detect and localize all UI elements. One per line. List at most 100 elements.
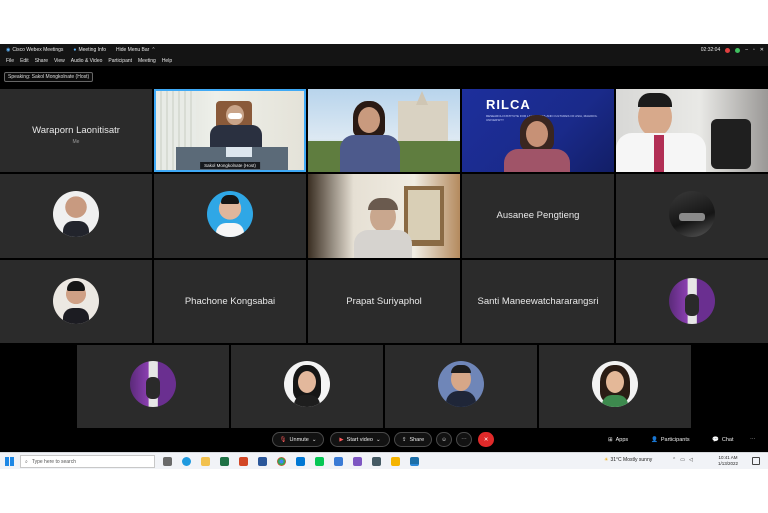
chat-button[interactable]: 💬 Chat (712, 432, 733, 447)
tile-video-rilca[interactable]: RILCA RESEARCH INSTITUTE FOR LANGUAGES A… (462, 89, 614, 172)
participant-me-label: Me (72, 138, 80, 145)
participant-avatar (284, 361, 330, 407)
participant-avatar (53, 191, 99, 237)
people-icon: 👤 (651, 436, 658, 443)
notifications-icon[interactable] (752, 457, 760, 465)
tile-avatar-4[interactable] (0, 260, 152, 343)
info-icon: ● (73, 47, 77, 53)
close-icon[interactable]: ✕ (760, 47, 764, 53)
taskbar-clock[interactable]: 10:41 AM 1/13/2022 (718, 455, 738, 467)
weather-widget[interactable]: ☀ 31°C Mostly sunny (604, 457, 652, 463)
webex-window: ◉ Cisco Webex Meetings ● Meeting Info Hi… (0, 44, 768, 469)
tile-ausanee[interactable]: Ausanee Pengtieng (462, 174, 614, 258)
app-icon[interactable] (334, 457, 343, 466)
task-view-icon[interactable] (163, 457, 172, 466)
outlook-icon[interactable] (296, 457, 305, 466)
participant-video: RILCA RESEARCH INSTITUTE FOR LANGUAGES A… (462, 89, 614, 172)
minimize-icon[interactable]: – (745, 47, 748, 53)
menu-file[interactable]: File (6, 58, 14, 64)
tile-santi[interactable]: Santi Maneewatchararangsri (462, 260, 614, 343)
start-video-button[interactable]: ▶ Start video ⌄ (330, 432, 390, 447)
tile-avatar-9[interactable] (539, 345, 691, 428)
leave-meeting-button[interactable]: ✕ (478, 432, 494, 447)
tile-prapat[interactable]: Prapat Suriyaphol (308, 260, 460, 343)
menu-audio-video[interactable]: Audio & Video (71, 58, 103, 64)
edge-icon[interactable] (182, 457, 191, 466)
participant-video (308, 89, 460, 172)
participant-avatar (207, 191, 253, 237)
tile-avatar-5[interactable] (616, 260, 768, 343)
taskbar-search[interactable]: ⌕ Type here to search (20, 455, 155, 468)
participant-video (616, 89, 768, 172)
app-icon[interactable] (391, 457, 400, 466)
line-icon[interactable] (315, 457, 324, 466)
tile-avatar-3[interactable] (616, 174, 768, 258)
rilca-logo: RILCA (486, 97, 531, 112)
participants-button[interactable]: 👤 Participants (651, 432, 690, 447)
participant-name: Ausanee Pengtieng (496, 209, 580, 221)
chrome-icon[interactable] (277, 457, 286, 466)
unmute-button[interactable]: 🎙 Unmute ⌄ (272, 432, 324, 447)
participant-video (308, 174, 460, 258)
word-icon[interactable] (258, 457, 267, 466)
network-icon: ▭ (680, 457, 685, 463)
tile-avatar-2[interactable] (154, 174, 306, 258)
participant-avatar (669, 278, 715, 324)
tile-phachone[interactable]: Phachone Kongsabai (154, 260, 306, 343)
participant-avatar (592, 361, 638, 407)
video-off-icon: ▶ (339, 436, 344, 443)
webex-logo-icon: ◉ (6, 47, 11, 53)
menu-participant[interactable]: Participant (108, 58, 132, 64)
apps-button[interactable]: ⊞ Apps (608, 432, 628, 447)
tile-avatar-8[interactable] (385, 345, 537, 428)
participant-avatar (130, 361, 176, 407)
taskbar-date: 1/13/2022 (718, 461, 739, 466)
menu-meeting[interactable]: Meeting (138, 58, 156, 64)
file-explorer-icon[interactable] (201, 457, 210, 466)
menu-edit[interactable]: Edit (20, 58, 29, 64)
chevron-up-icon: ⌃ (151, 47, 156, 53)
tile-video-garden[interactable] (308, 89, 460, 172)
tile-avatar-6[interactable] (77, 345, 229, 428)
participant-name: Phachone Kongsabai (184, 295, 276, 307)
sun-icon: ☀ (604, 457, 609, 463)
windows-start-icon[interactable] (5, 457, 14, 466)
menu-view[interactable]: View (54, 58, 65, 64)
chat-icon: 💬 (712, 436, 719, 443)
title-bar: ◉ Cisco Webex Meetings ● Meeting Info Hi… (0, 44, 768, 56)
more-icon: ⋯ (750, 436, 756, 443)
tile-video-office[interactable] (616, 89, 768, 172)
smiley-icon: ☺ (441, 436, 447, 443)
meeting-info-button[interactable]: ● Meeting Info (73, 47, 106, 53)
speaking-indicator: Speaking: Sakol Mongkolnate (Host) (4, 72, 94, 82)
tile-host-video[interactable]: Sakol Mongkolnate (Host) (154, 89, 306, 172)
tile-avatar-1[interactable] (0, 174, 152, 258)
app-icon[interactable] (372, 457, 381, 466)
search-icon: ⌕ (25, 458, 28, 465)
volume-icon: ◁ (688, 457, 693, 463)
more-panels-button[interactable]: ⋯ (750, 432, 756, 447)
powerpoint-icon[interactable] (239, 457, 248, 466)
tile-waraporn[interactable]: Waraporn Laonitisatr Me (0, 89, 152, 172)
webex-taskbar-icon[interactable] (410, 457, 419, 466)
more-options-button[interactable]: ⋯ (456, 432, 472, 447)
participant-name: Waraporn Laonitisatr (32, 124, 120, 136)
menu-help[interactable]: Help (162, 58, 172, 64)
share-button[interactable]: ⇪ Share (394, 432, 432, 447)
participant-avatar (669, 191, 715, 237)
maximize-icon[interactable]: ▫ (753, 47, 755, 53)
windows-taskbar: ⌕ Type here to search ☀ 31°C Mostly sunn… (0, 452, 768, 469)
tile-avatar-7[interactable] (231, 345, 383, 428)
share-icon: ⇪ (401, 436, 407, 443)
apps-icon: ⊞ (608, 436, 613, 443)
reactions-button[interactable]: ☺ (436, 432, 452, 447)
app-icon[interactable] (353, 457, 362, 466)
tile-video-room[interactable] (308, 174, 460, 258)
hide-menu-bar-button[interactable]: Hide Menu Bar ⌃ (116, 47, 156, 53)
participant-avatar (53, 278, 99, 324)
system-tray[interactable]: ⌃ ▭ ◁ (672, 457, 693, 463)
menu-share[interactable]: Share (35, 58, 48, 64)
connection-indicator-icon (735, 47, 741, 53)
participant-name: Prapat Suriyaphol (346, 295, 422, 307)
excel-icon[interactable] (220, 457, 229, 466)
